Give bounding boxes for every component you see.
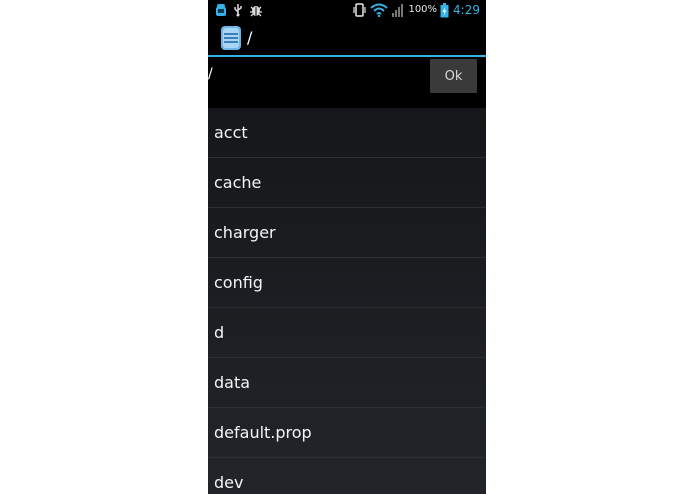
debug-icon (249, 3, 263, 17)
list-item[interactable]: acct (208, 108, 486, 158)
status-bar: 100% 4:29 (208, 0, 486, 20)
notification-icons (208, 3, 269, 17)
list-item[interactable]: data (208, 358, 486, 408)
battery-percent: 100% (408, 4, 438, 15)
action-bar: / (208, 20, 486, 57)
battery-charging-icon (440, 2, 449, 18)
file-manager-app-icon[interactable] (219, 25, 243, 51)
list-item[interactable]: default.prop (208, 408, 486, 458)
list-item[interactable]: config (208, 258, 486, 308)
ok-button[interactable]: Ok (430, 59, 477, 93)
vibrate-icon (352, 3, 367, 17)
usb-icon (233, 3, 243, 17)
file-list: acct cache charger config d data default… (208, 108, 486, 494)
list-item[interactable]: cache (208, 158, 486, 208)
list-item[interactable]: charger (208, 208, 486, 258)
android-notification-icon (215, 3, 227, 17)
path-input[interactable] (208, 57, 418, 89)
status-clock: 4:29 (453, 3, 480, 17)
list-item[interactable]: d (208, 308, 486, 358)
path-bar: Ok (208, 57, 486, 108)
wifi-icon (370, 3, 389, 18)
list-item[interactable]: dev (208, 458, 486, 494)
page-title: / (247, 28, 253, 47)
phone-screen: 100% 4:29 / Ok ac (208, 0, 486, 494)
signal-icon (391, 3, 405, 17)
system-icons: 100% 4:29 (352, 0, 486, 20)
